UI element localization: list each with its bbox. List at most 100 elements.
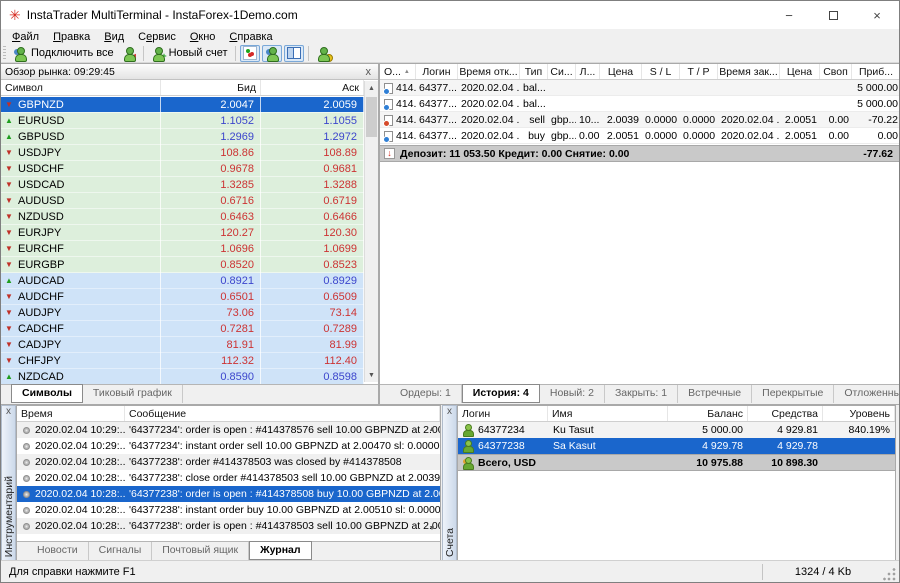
market-row[interactable]: AUDCAD 0.8921 0.8929 bbox=[1, 273, 364, 289]
history-tab[interactable]: Отложенный: 1 bbox=[834, 385, 900, 403]
column-price[interactable]: Цена bbox=[600, 64, 642, 79]
column-message[interactable]: Сообщение bbox=[125, 406, 440, 421]
menu-item[interactable]: Окно bbox=[183, 31, 223, 43]
maximize-button[interactable] bbox=[811, 1, 855, 29]
column-tp[interactable]: T / P bbox=[680, 64, 718, 79]
market-row[interactable]: USDCAD 1.3285 1.3288 bbox=[1, 177, 364, 193]
history-tab[interactable]: Новый: 2 bbox=[540, 385, 605, 403]
journal-row[interactable]: 2020.02.04 10:29:... '64377234': instant… bbox=[17, 438, 440, 454]
market-row[interactable]: AUDUSD 0.6716 0.6719 bbox=[1, 193, 364, 209]
column-close-time[interactable]: Время зак... bbox=[718, 64, 780, 79]
scrollbar-thumb[interactable] bbox=[366, 97, 377, 137]
order-close-price bbox=[780, 80, 820, 96]
order-type: buy bbox=[520, 128, 548, 144]
column-ask[interactable]: Аск bbox=[261, 80, 364, 95]
journal-tab[interactable]: Сигналы bbox=[89, 542, 153, 560]
market-row[interactable]: USDCHF 0.9678 0.9681 bbox=[1, 161, 364, 177]
journal-row[interactable]: 2020.02.04 10:29:... '64377234': order i… bbox=[17, 422, 440, 438]
history-tab[interactable]: Ордеры: 1 bbox=[390, 385, 462, 403]
toolbox-close-icon[interactable]: x bbox=[2, 406, 15, 420]
market-watch-toggle[interactable] bbox=[240, 45, 260, 62]
market-row[interactable]: NZDCAD 0.8590 0.8598 bbox=[1, 369, 364, 385]
column-type[interactable]: Тип bbox=[520, 64, 548, 79]
column-order[interactable]: О...▲ bbox=[380, 64, 416, 79]
market-row[interactable]: USDJPY 108.86 108.89 bbox=[1, 145, 364, 161]
connect-all-button[interactable]: Подключить все bbox=[9, 45, 118, 62]
column-equity[interactable]: Средства bbox=[748, 406, 823, 421]
column-login[interactable]: Логин bbox=[458, 406, 548, 421]
market-row[interactable]: AUDJPY 73.06 73.14 bbox=[1, 305, 364, 321]
market-watch-tab[interactable]: Тиковый график bbox=[83, 385, 183, 403]
toolbar-grip[interactable] bbox=[3, 46, 6, 60]
order-row[interactable]: 414... 64377... 2020.02.04 ... bal... 5 … bbox=[380, 96, 900, 112]
account-level bbox=[823, 438, 895, 454]
market-watch-tab[interactable]: Символы bbox=[11, 384, 83, 403]
scroll-down-icon[interactable]: ▼ bbox=[365, 368, 378, 382]
column-symbol[interactable]: Си... bbox=[548, 64, 576, 79]
history-tab[interactable]: Перекрытые bbox=[752, 385, 834, 403]
column-close-price[interactable]: Цена bbox=[780, 64, 820, 79]
column-bid[interactable]: Бид bbox=[161, 80, 261, 95]
menu-item[interactable]: Справка bbox=[222, 31, 279, 43]
column-name[interactable]: Имя bbox=[548, 406, 668, 421]
market-row[interactable]: EURUSD 1.1052 1.1055 bbox=[1, 113, 364, 129]
market-row[interactable]: EURJPY 120.27 120.30 bbox=[1, 225, 364, 241]
market-watch-scrollbar[interactable]: ▲ ▼ bbox=[364, 81, 378, 382]
order-row[interactable]: 414... 64377... 2020.02.04 ... buy gbp..… bbox=[380, 128, 900, 144]
order-row[interactable]: 414... 64377... 2020.02.04 ... sell gbp.… bbox=[380, 112, 900, 128]
column-login[interactable]: Логин bbox=[416, 64, 458, 79]
column-profit[interactable]: Приб... bbox=[852, 64, 900, 79]
column-time[interactable]: Время bbox=[17, 406, 125, 421]
close-button[interactable]: × bbox=[855, 1, 899, 29]
journal-row[interactable]: 2020.02.04 10:28:... '64377238': order i… bbox=[17, 486, 440, 502]
journal-row[interactable]: 2020.02.04 10:28:... '64377238': instant… bbox=[17, 502, 440, 518]
column-level[interactable]: Уровень bbox=[823, 406, 895, 421]
history-tab[interactable]: Встречные bbox=[678, 385, 752, 403]
column-swap[interactable]: Своп bbox=[820, 64, 852, 79]
history-tab[interactable]: Закрыть: 1 bbox=[605, 385, 678, 403]
journal-row[interactable]: 2020.02.04 10:28:... '64377238': close o… bbox=[17, 470, 440, 486]
account-row[interactable]: 64377234 Ku Tasut 5 000.00 4 929.81 840.… bbox=[458, 422, 895, 438]
accounts-column-headers: Логин Имя Баланс Средства Уровень bbox=[458, 406, 895, 422]
menu-item[interactable]: Правка bbox=[46, 31, 97, 43]
accounts-close-icon[interactable]: x bbox=[443, 406, 456, 420]
journal-tab[interactable]: Почтовый ящик bbox=[152, 542, 249, 560]
scroll-up-icon[interactable]: ▲ bbox=[365, 81, 378, 95]
market-row[interactable]: CADJPY 81.91 81.99 bbox=[1, 337, 364, 353]
journal-scroll-up-icon[interactable]: ▲ bbox=[426, 424, 438, 436]
column-sl[interactable]: S / L bbox=[642, 64, 680, 79]
column-balance[interactable]: Баланс bbox=[668, 406, 748, 421]
minimize-button[interactable]: − bbox=[767, 1, 811, 29]
market-watch-close-icon[interactable]: x bbox=[363, 66, 375, 78]
toolbox-toggle[interactable] bbox=[284, 45, 304, 62]
log-message: '64377238': order is open : #414378508 b… bbox=[125, 486, 440, 502]
column-symbol[interactable]: Символ bbox=[1, 80, 161, 95]
journal-row[interactable]: 2020.02.04 10:28:... '64377238': order #… bbox=[17, 454, 440, 470]
journal-scroll-down-icon[interactable]: ▼ bbox=[426, 523, 438, 535]
market-row[interactable]: CADCHF 0.7281 0.7289 bbox=[1, 321, 364, 337]
market-row[interactable]: CHFJPY 112.32 112.40 bbox=[1, 353, 364, 369]
order-row[interactable]: 414... 64377... 2020.02.04 ... bal... 5 … bbox=[380, 80, 900, 96]
market-row[interactable]: NZDUSD 0.6463 0.6466 bbox=[1, 209, 364, 225]
account-settings-button[interactable] bbox=[312, 45, 334, 62]
journal-tab[interactable]: Журнал bbox=[249, 541, 311, 560]
new-account-button[interactable]: + Новый счет bbox=[147, 45, 232, 62]
menu-item[interactable]: Сервис bbox=[131, 31, 183, 43]
market-row[interactable]: GBPNZD 2.0047 2.0059 bbox=[1, 97, 364, 113]
menu-item[interactable]: Вид bbox=[97, 31, 131, 43]
market-row[interactable]: EURCHF 1.0696 1.0699 bbox=[1, 241, 364, 257]
account-row[interactable]: 64377238 Sa Kasut 4 929.78 4 929.78 bbox=[458, 438, 895, 454]
column-open-time[interactable]: Время отк... bbox=[458, 64, 520, 79]
market-row[interactable]: AUDCHF 0.6501 0.6509 bbox=[1, 289, 364, 305]
resize-grip[interactable] bbox=[883, 568, 897, 582]
market-row[interactable]: EURGBP 0.8520 0.8523 bbox=[1, 257, 364, 273]
journal-row[interactable]: 2020.02.04 10:28:... '64377238': order i… bbox=[17, 518, 440, 534]
history-tab[interactable]: История: 4 bbox=[462, 384, 540, 403]
journal-tab[interactable]: Новости bbox=[27, 542, 89, 560]
market-row[interactable]: GBPUSD 1.2969 1.2972 bbox=[1, 129, 364, 145]
accounts-toggle[interactable] bbox=[262, 45, 282, 62]
column-lots[interactable]: Л... bbox=[576, 64, 600, 79]
toolbar-separator bbox=[308, 46, 309, 61]
disconnect-all-button[interactable]: ◄ bbox=[118, 45, 140, 62]
menu-item[interactable]: Файл bbox=[5, 31, 46, 43]
